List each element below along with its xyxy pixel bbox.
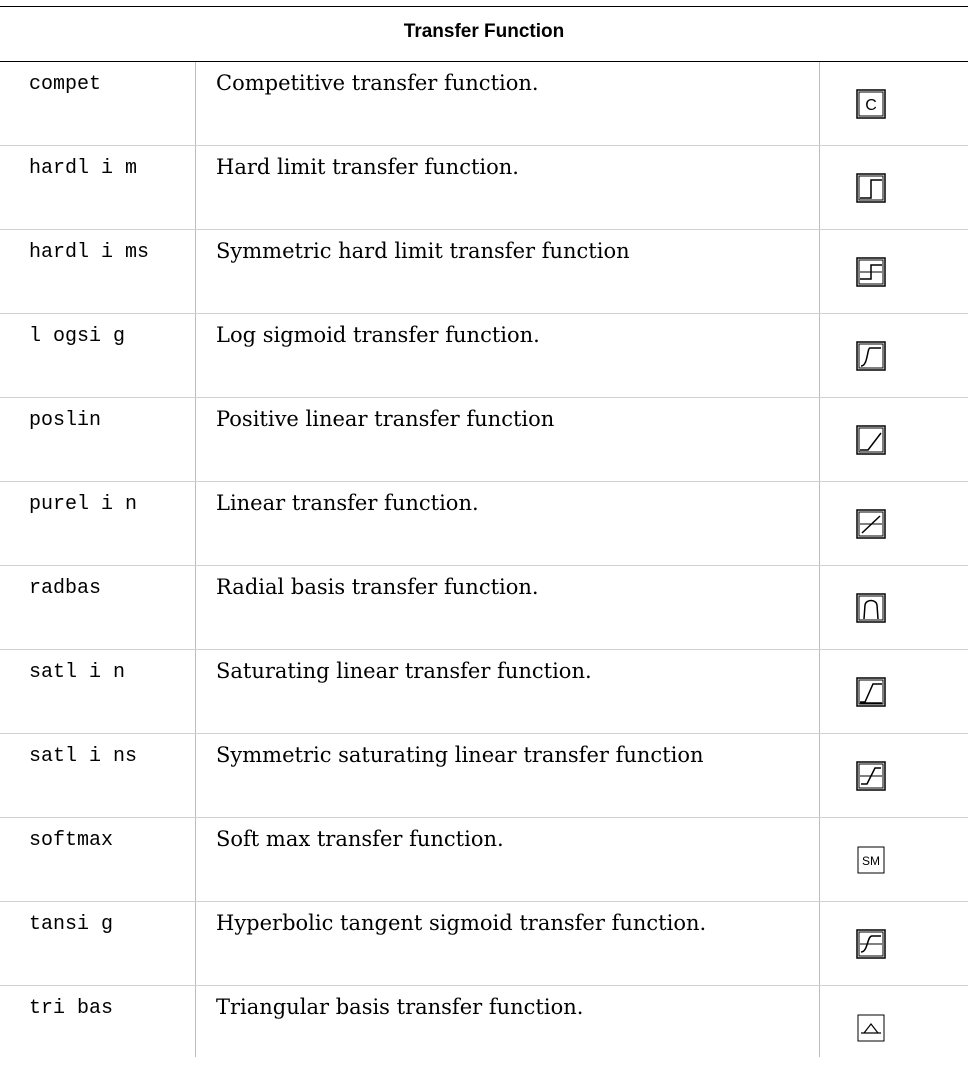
function-description: Symmetric saturating linear transfer fun… <box>216 743 704 767</box>
function-description: Hyperbolic tangent sigmoid transfer func… <box>216 911 707 935</box>
function-name: radbas <box>29 577 102 600</box>
function-name: compet <box>29 73 102 96</box>
table-row: poslin Positive linear transfer function <box>0 398 968 482</box>
table-row: hardl i ms Symmetric hard limit transfer… <box>0 230 968 314</box>
function-name: satl i n <box>29 661 126 684</box>
function-description: Soft max transfer function. <box>216 827 504 851</box>
function-description: Competitive transfer function. <box>216 71 539 95</box>
table-row: hardl i m Hard limit transfer function. <box>0 146 968 230</box>
function-name: tansi g <box>29 913 114 936</box>
function-name: purel i n <box>29 493 138 516</box>
table-body: compet Competitive transfer function. C … <box>0 62 968 1066</box>
table-row: satl i ns Symmetric saturating linear tr… <box>0 734 968 818</box>
function-description: Positive linear transfer function <box>216 407 555 431</box>
tribas-icon <box>856 1013 890 1047</box>
function-name: satl i ns <box>29 745 138 768</box>
table-row: softmax Soft max transfer function. SM <box>0 818 968 902</box>
radbas-icon <box>856 593 890 627</box>
table-row: radbas Radial basis transfer function. <box>0 566 968 650</box>
function-description: Linear transfer function. <box>216 491 479 515</box>
function-description: Symmetric hard limit transfer function <box>216 239 630 263</box>
function-description: Radial basis transfer function. <box>216 575 539 599</box>
table-header: Transfer Function <box>0 6 968 62</box>
logsig-icon <box>856 341 890 375</box>
hardlim-icon <box>856 173 890 207</box>
compet-icon: C <box>856 89 890 123</box>
satlins-icon <box>856 761 890 795</box>
function-name: hardl i ms <box>29 241 150 264</box>
softmax-icon: SM <box>856 845 890 879</box>
hardlims-icon <box>856 257 890 291</box>
function-name: l ogsi g <box>29 325 126 348</box>
function-description: Triangular basis transfer function. <box>216 995 584 1019</box>
poslin-icon <box>856 425 890 459</box>
function-name: tri bas <box>29 997 114 1020</box>
satlin-icon <box>856 677 890 711</box>
tansig-icon <box>856 929 890 963</box>
table-row: l ogsi g Log sigmoid transfer function. <box>0 314 968 398</box>
table-row: satl i n Saturating linear transfer func… <box>0 650 968 734</box>
table-row: compet Competitive transfer function. C <box>0 62 968 146</box>
softmax-icon-label: SM <box>862 854 880 868</box>
function-name: hardl i m <box>29 157 138 180</box>
table-title: Transfer Function <box>403 21 565 42</box>
function-description: Log sigmoid transfer function. <box>216 323 540 347</box>
compet-icon-label: C <box>865 97 877 114</box>
function-name: poslin <box>29 409 102 432</box>
function-description: Saturating linear transfer function. <box>216 659 592 683</box>
function-description: Hard limit transfer function. <box>216 155 519 179</box>
purelin-icon <box>856 509 890 543</box>
table-row: purel i n Linear transfer function. <box>0 482 968 566</box>
transfer-function-table: Transfer Function compet Competitive tra… <box>0 6 968 1066</box>
function-name: softmax <box>29 829 114 852</box>
table-row: tansi g Hyperbolic tangent sigmoid trans… <box>0 902 968 986</box>
table-row: tri bas Triangular basis transfer functi… <box>0 986 968 1066</box>
